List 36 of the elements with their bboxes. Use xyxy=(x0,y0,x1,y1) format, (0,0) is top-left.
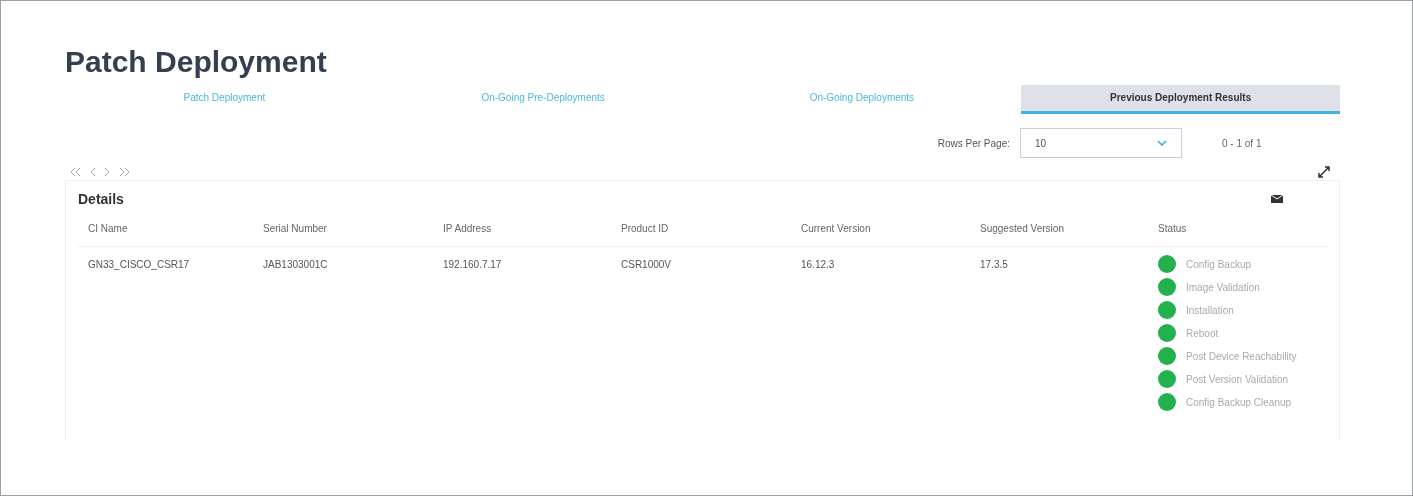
table-cell-text: 17.3.5 xyxy=(979,258,1009,272)
tab[interactable]: On-Going Deployments xyxy=(702,85,1022,114)
rows-per-page-dropdown[interactable]: 10 xyxy=(1020,128,1182,158)
page-range: 0 - 1 of 1 xyxy=(1222,137,1263,149)
status-step-label: Config Backup xyxy=(1186,258,1252,270)
envelope-icon[interactable] xyxy=(1271,194,1283,204)
status-step-label: Image Validation xyxy=(1186,281,1260,293)
status-step-label: Post Device Reachability xyxy=(1186,350,1297,362)
status-step-label: Reboot xyxy=(1186,327,1219,339)
page-title: Patch Deployment xyxy=(65,45,328,79)
table-cell-text: GN33_CISCO_CSR17 xyxy=(87,258,191,272)
table-cell-text: CSR1000V xyxy=(620,258,673,272)
table-cell-text: JAB1303001C xyxy=(262,258,329,272)
last-page-icon[interactable] xyxy=(119,167,131,177)
previous-page-icon[interactable] xyxy=(89,167,96,177)
column-header: Serial Number xyxy=(253,207,433,247)
table-cell-text: 192.160.7.17 xyxy=(442,258,503,272)
tab[interactable]: On-Going Pre-Deployments xyxy=(383,85,703,114)
column-header: Current Version xyxy=(791,207,970,247)
status-step-label: Post Version Validation xyxy=(1186,373,1289,385)
tab[interactable]: Previous Deployment Results xyxy=(1021,85,1340,114)
column-header: Product ID xyxy=(611,207,791,247)
column-header: Status xyxy=(1148,207,1327,247)
rows-per-page-label: Rows Per Page: xyxy=(937,137,1010,149)
collapse-icon[interactable] xyxy=(1318,166,1330,178)
first-page-icon[interactable] xyxy=(69,167,81,177)
details-title: Details xyxy=(78,191,124,207)
next-page-icon[interactable] xyxy=(104,167,111,177)
chevron-down-icon xyxy=(1157,140,1167,146)
column-header: IP Address xyxy=(433,207,611,247)
column-header: Suggested Version xyxy=(970,207,1148,247)
status-step-label: Installation xyxy=(1186,304,1234,316)
status-step-label: Config Backup Cleanup xyxy=(1186,396,1292,408)
table-cell-text: 16.12.3 xyxy=(800,258,836,272)
column-header: CI Name xyxy=(78,207,253,247)
tab[interactable]: Patch Deployment xyxy=(65,85,384,114)
